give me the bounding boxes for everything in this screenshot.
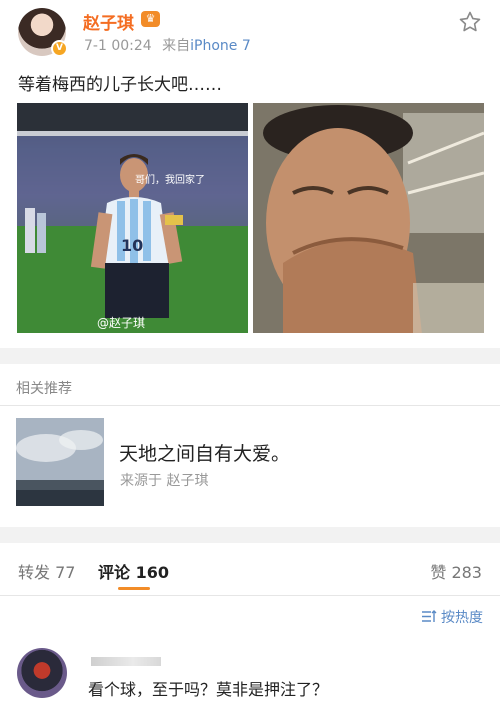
- jersey-number: 10: [121, 236, 143, 255]
- divider-line: [0, 595, 500, 596]
- related-title[interactable]: 天地之间自有大爱。: [119, 439, 290, 466]
- soccer-player-illustration: 10: [17, 103, 248, 333]
- related-section-title: 相关推荐: [16, 381, 72, 397]
- tab-likes[interactable]: 赞 283: [430, 559, 482, 583]
- interaction-tabs: 转发 77 评论 160 赞 283: [0, 545, 500, 595]
- tab-comments[interactable]: 评论 160: [98, 559, 169, 583]
- sort-icon: [422, 610, 437, 622]
- commenter-avatar[interactable]: [17, 648, 67, 698]
- tab-repost[interactable]: 转发 77: [18, 559, 75, 583]
- related-thumbnail[interactable]: [16, 418, 104, 506]
- sort-label: 按热度: [441, 610, 483, 626]
- post-image-1[interactable]: 10 哥们，我回家了 @赵子琪: [17, 103, 248, 333]
- divider-line: [0, 405, 500, 406]
- sky-landscape-image: [16, 418, 104, 506]
- source-client[interactable]: iPhone 7: [190, 38, 251, 54]
- verified-badge-icon: V: [51, 40, 68, 57]
- section-divider: [0, 527, 500, 543]
- post-meta: 7-1 00:24 来自iPhone 7: [84, 35, 251, 55]
- post-text: 等着梅西的儿子长大吧……: [18, 75, 222, 95]
- section-divider: [0, 348, 500, 364]
- commenter-name-blurred[interactable]: [91, 657, 161, 666]
- post-image-2[interactable]: [253, 103, 484, 333]
- sort-button[interactable]: 按热度: [421, 607, 483, 627]
- star-icon[interactable]: [458, 10, 482, 34]
- vip-crown-icon: ♛: [141, 11, 160, 27]
- crying-man-illustration: [253, 103, 484, 333]
- source-prefix: 来自: [162, 38, 191, 54]
- video-subtitle: 哥们，我回家了: [135, 175, 205, 186]
- post-date: 7-1 00:24: [84, 38, 152, 54]
- post-header: V 赵子琪 ♛ 7-1 00:24 来自iPhone 7: [0, 0, 500, 62]
- related-source: 来源于 赵子琪: [120, 473, 209, 489]
- active-tab-indicator: [118, 587, 150, 590]
- author-name[interactable]: 赵子琪: [83, 9, 134, 34]
- comment-text: 看个球，至于吗？莫非是押注了？: [88, 680, 329, 699]
- image-watermark: @赵子琪: [97, 316, 146, 330]
